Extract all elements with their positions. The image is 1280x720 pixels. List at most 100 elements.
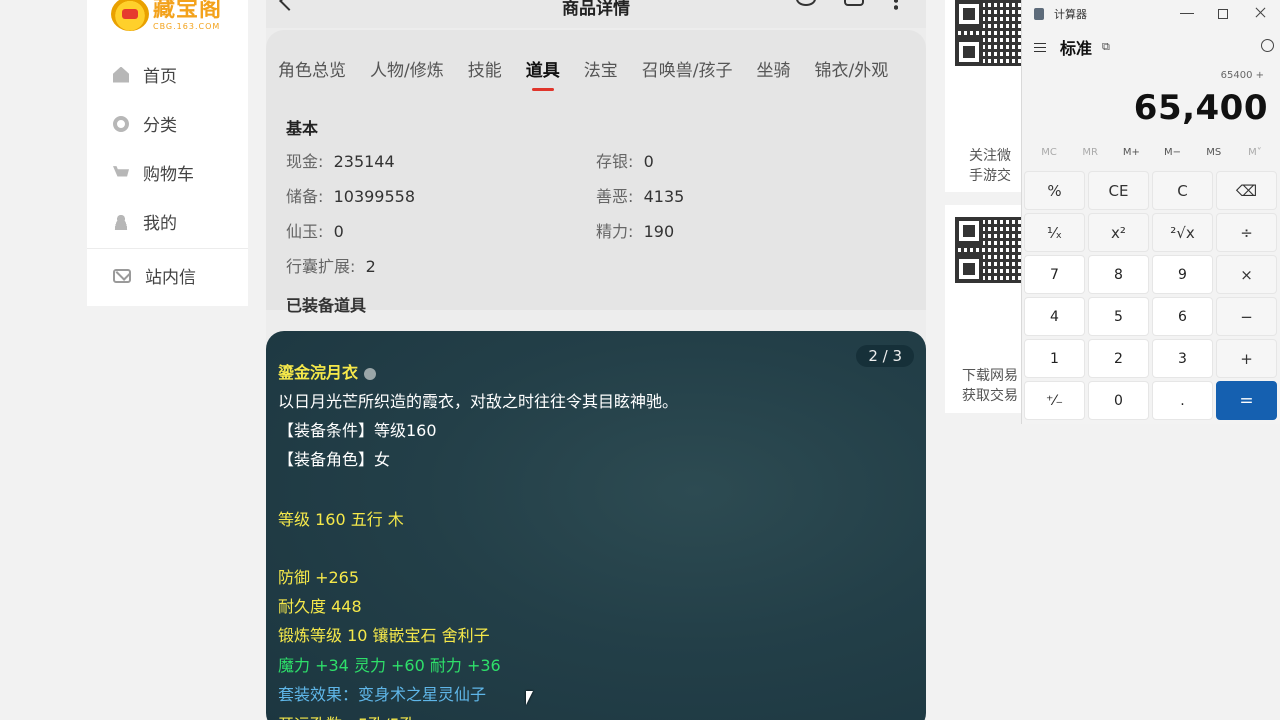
item-requirement-role: 【装备角色】女 (278, 450, 391, 469)
tab-treasure[interactable]: 法宝 (584, 56, 618, 81)
calculator-app-icon (1034, 8, 1044, 20)
menu-icon[interactable] (1034, 42, 1046, 52)
section-title: 基本 (286, 119, 319, 138)
close-button[interactable] (1254, 6, 1268, 20)
minus-button[interactable]: − (1216, 297, 1277, 336)
stat-jade: 仙玉: 0 (286, 222, 344, 241)
item-name-row: 鎏金浣月衣 (278, 359, 377, 383)
qr-code-icon (955, 0, 1021, 66)
memory-store-button[interactable]: MS (1199, 147, 1229, 158)
item-detail-panel: 商品详情 角色总览 人物/修炼 技能 道具 法宝 召唤兽/孩子 坐骑 锦衣/外观… (266, 0, 926, 720)
memory-list-button[interactable]: M˅ (1240, 147, 1270, 158)
tab-pets[interactable]: 召唤兽/孩子 (642, 56, 733, 81)
stat-bag: 行囊扩展: 2 (286, 257, 376, 276)
negate-button[interactable]: ⁺⁄₋ (1024, 381, 1085, 420)
more-icon[interactable] (894, 0, 898, 10)
tab-character[interactable]: 人物/修炼 (370, 56, 444, 81)
minimize-button[interactable] (1180, 6, 1194, 14)
square-button[interactable]: x² (1088, 213, 1149, 252)
tab-skills[interactable]: 技能 (468, 56, 502, 81)
item-level-element: 等级 160 五行 木 (278, 510, 404, 529)
decimal-button[interactable]: . (1152, 381, 1213, 420)
sqrt-button[interactable]: ²√x (1152, 213, 1213, 252)
calculator-keypad: % CE C ⌫ ¹⁄ₓ x² ²√x ÷ 7 8 9 × 4 5 6 − 1 … (1024, 171, 1280, 420)
digit-1-button[interactable]: 1 (1024, 339, 1085, 378)
item-description: 以日月光芒所织造的霞衣，对敌之时往往令其目眩神驰。 (278, 392, 679, 411)
equipped-section-title: 已装备道具 (286, 296, 367, 315)
reciprocal-button[interactable]: ¹⁄ₓ (1024, 213, 1085, 252)
sidebar-item-home[interactable]: 首页 (87, 50, 248, 99)
stat-karma: 善恶: 4135 (596, 187, 685, 206)
stat-deposit: 存银: 0 (596, 152, 654, 171)
percent-button[interactable]: % (1024, 171, 1085, 210)
sidebar-nav: 首页 分类 购物车 我的 站内信 (87, 50, 248, 300)
calculator-titlebar[interactable]: 计算器 (1022, 0, 1280, 28)
memory-subtract-button[interactable]: M− (1158, 147, 1188, 158)
memory-recall-button[interactable]: MR (1075, 147, 1105, 158)
tab-overview[interactable]: 角色总览 (278, 56, 346, 81)
backspace-button[interactable]: ⌫ (1216, 171, 1277, 210)
item-forge: 锻炼等级 10 镶嵌宝石 舍利子 (278, 626, 490, 645)
sidebar-item-messages[interactable]: 站内信 (87, 251, 248, 300)
item-requirement-level: 【装备条件】等级160 (278, 421, 437, 440)
divide-button[interactable]: ÷ (1216, 213, 1277, 252)
digit-8-button[interactable]: 8 (1088, 255, 1149, 294)
user-icon (113, 213, 129, 230)
sidebar-item-me[interactable]: 我的 (87, 197, 248, 246)
digit-3-button[interactable]: 3 (1152, 339, 1213, 378)
logo-title: 藏宝阁 (153, 0, 223, 22)
divider (87, 248, 248, 249)
plus-button[interactable]: + (1216, 339, 1277, 378)
sidebar: 藏宝阁 CBG.163.COM 首页 分类 购物车 我的 站内信 (87, 0, 248, 306)
digit-0-button[interactable]: 0 (1088, 381, 1149, 420)
page-indicator: 2 / 3 (856, 345, 914, 367)
category-icon (113, 115, 129, 132)
equals-button[interactable]: = (1216, 381, 1277, 420)
qr-code-icon (955, 217, 1021, 283)
page-title: 商品详情 (562, 0, 630, 19)
calculator-expression: 65400 + (1220, 70, 1264, 81)
history-icon[interactable] (1261, 39, 1274, 52)
digit-5-button[interactable]: 5 (1088, 297, 1149, 336)
stat-energy: 精力: 190 (596, 222, 675, 241)
sidebar-item-label: 购物车 (143, 165, 194, 185)
item-attributes: 魔力 +34 灵力 +60 耐力 +36 (278, 656, 501, 675)
sidebar-item-label: 分类 (143, 116, 177, 136)
tab-bar: 角色总览 人物/修炼 技能 道具 法宝 召唤兽/孩子 坐骑 锦衣/外观 (278, 56, 912, 81)
digit-7-button[interactable]: 7 (1024, 255, 1085, 294)
multiply-button[interactable]: × (1216, 255, 1277, 294)
sidebar-item-label: 首页 (143, 67, 177, 87)
maximize-button[interactable] (1218, 9, 1228, 19)
digit-6-button[interactable]: 6 (1152, 297, 1213, 336)
clear-button[interactable]: C (1152, 171, 1213, 210)
digit-9-button[interactable]: 9 (1152, 255, 1213, 294)
memory-clear-button[interactable]: MC (1034, 147, 1064, 158)
tab-mounts[interactable]: 坐骑 (756, 56, 790, 81)
clear-entry-button[interactable]: CE (1088, 171, 1149, 210)
calculator-mode: 标准 (1060, 39, 1093, 58)
digit-4-button[interactable]: 4 (1024, 297, 1085, 336)
digit-2-button[interactable]: 2 (1088, 339, 1149, 378)
tab-appearance[interactable]: 锦衣/外观 (814, 56, 888, 81)
coin-icon (364, 367, 377, 380)
window-title: 计算器 (1054, 8, 1087, 21)
tab-items[interactable]: 道具 (526, 56, 560, 81)
sidebar-item-category[interactable]: 分类 (87, 99, 248, 148)
sidebar-item-cart[interactable]: 购物车 (87, 148, 248, 197)
top-bar: 商品详情 (266, 0, 926, 28)
calculator-header: 标准 ⧉ (1034, 36, 1274, 58)
sidebar-item-label: 站内信 (145, 268, 196, 288)
memory-add-button[interactable]: M+ (1116, 147, 1146, 158)
sidebar-item-label: 我的 (143, 214, 177, 234)
item-name: 鎏金浣月衣 (278, 363, 359, 382)
memory-row: MC MR M+ M− MS M˅ (1028, 147, 1276, 158)
calculator-display: 65,400 (1133, 88, 1268, 128)
cart-icon[interactable] (844, 0, 864, 6)
role-info-panel: 角色总览 人物/修炼 技能 道具 法宝 召唤兽/孩子 坐骑 锦衣/外观 基本 现… (266, 30, 926, 310)
stat-cash: 现金: 235144 (286, 152, 395, 171)
stat-reserve: 储备: 10399558 (286, 187, 416, 206)
mouse-cursor-icon (526, 691, 533, 705)
cbg-logo[interactable]: 藏宝阁 CBG.163.COM (111, 0, 222, 36)
keep-on-top-icon[interactable]: ⧉ (1102, 40, 1110, 54)
item-tooltip: 2 / 3 鎏金浣月衣 以日月光芒所织造的霞衣，对敌之时往往令其目眩神驰。 【装… (266, 331, 926, 720)
